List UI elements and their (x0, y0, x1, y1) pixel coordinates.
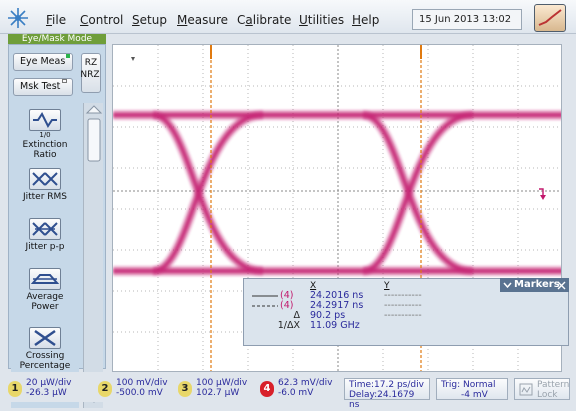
extinction-ratio-icon (29, 109, 61, 131)
timebase-scale: Time:17.2 ps/div (349, 380, 424, 390)
rz-label: RZ (84, 58, 98, 68)
menu-calibrate[interactable]: Calibrate (237, 13, 291, 27)
average-power-icon (29, 268, 61, 290)
channel-4-setting[interactable]: 4 62.3 mV/div -6.0 mV (260, 378, 340, 400)
channel-3-offset: 102.7 µW (196, 388, 240, 398)
agilent-logo-icon (8, 8, 28, 28)
channel-2-setting[interactable]: 2 100 mV/div -500.0 mV (98, 378, 178, 400)
menu-control-rest: ontrol (88, 13, 124, 27)
channel-3-scale: 100 µW/div (196, 378, 248, 388)
menu-bar: File Control Setup Measure Calibrate Uti… (0, 0, 576, 34)
scope-trace-icon (538, 9, 562, 26)
marker2-line-icon (252, 305, 278, 307)
crossing-percentage-button[interactable]: Crossing Percentage (13, 327, 77, 371)
channel-4-scale: 62.3 mV/div (278, 378, 333, 388)
trigger-level: -4 mV (461, 390, 488, 400)
measurement-toolbar: 1/0 Extinction Ratio Jitter RMS Jitter p… (11, 103, 79, 408)
left-panel: Eye Meas Msk Test RZ NRZ 1/0 Extinction … (8, 44, 106, 408)
lock-label: Lock (537, 390, 558, 400)
crossing-percentage-icon (29, 327, 61, 349)
scrollbar-graphic (85, 105, 103, 403)
menu-utilities-rest: tilities (307, 13, 345, 27)
jitter-pp-button[interactable]: Jitter p-p (13, 218, 77, 252)
pattern-lock-button[interactable]: Pattern Lock (514, 378, 570, 400)
scope-mode-icon[interactable] (534, 4, 566, 32)
menu-control[interactable]: Control (80, 13, 123, 27)
menu-help[interactable]: Help (352, 13, 379, 27)
menu-calibrate-rest: librate (252, 13, 292, 27)
msk-test-indicator-icon (62, 79, 68, 83)
msk-test-label: Msk Test (20, 81, 61, 92)
channel-3-badge: 3 (178, 381, 192, 397)
jitter-pp-icon (29, 218, 61, 240)
close-icon[interactable] (557, 281, 566, 290)
jitter-rms-icon (29, 168, 61, 190)
mode-title: Eye/Mask Mode (8, 34, 106, 44)
markers-title: Markers (514, 279, 560, 290)
status-bar: 1 20 µW/div -26.3 µW 2 100 mV/div -500.0… (0, 372, 576, 410)
channel-2-badge: 2 (98, 381, 112, 397)
inverse-delta-label: 1/ΔX (277, 320, 300, 331)
channel-1-badge: 1 (8, 381, 22, 397)
eye-meas-label: Eye Meas (20, 56, 66, 67)
markers-title-bar[interactable]: Markers (500, 278, 569, 292)
trigger-setting[interactable]: Trig: Normal -4 mV (436, 378, 508, 400)
menu-utilities-key: U (299, 13, 308, 27)
jitter-rms-button[interactable]: Jitter RMS (13, 168, 77, 202)
jitter-rms-label: Jitter RMS (22, 192, 68, 202)
timebase-delay: Delay:24.1679 ns (349, 390, 415, 410)
msk-test-button[interactable]: Msk Test (13, 78, 73, 96)
average-power-button[interactable]: Average Power (13, 268, 77, 312)
channel-4-badge: 4 (260, 381, 274, 397)
crossing-percentage-label: Crossing Percentage (19, 351, 71, 371)
menu-setup-key: S (132, 13, 140, 27)
pattern-lock-icon (519, 383, 533, 396)
menu-setup[interactable]: Setup (132, 13, 167, 27)
menu-file-rest: ile (52, 13, 67, 27)
delta-y: ----------- (384, 310, 422, 321)
marker2-label: (4) (280, 300, 294, 311)
menu-measure[interactable]: Measure (177, 13, 228, 27)
channel-2-offset: -500.0 mV (116, 388, 163, 398)
eye-meas-indicator-icon (66, 54, 71, 58)
collapse-chevron-icon (503, 282, 512, 289)
date-time-display: 15 Jun 2013 13:02 (412, 9, 522, 30)
trigger-mode: Trig: Normal (441, 380, 496, 390)
nrz-label: NRZ (80, 70, 100, 80)
menu-measure-key: M (177, 13, 188, 27)
menu-measure-rest: easure (187, 13, 229, 27)
channel-1-scale: 20 µW/div (26, 378, 72, 388)
menu-help-rest: elp (361, 13, 380, 27)
menu-setup-rest: etup (139, 13, 167, 27)
timebase-setting[interactable]: Time:17.2 ps/div Delay:24.1679 ns (344, 378, 430, 410)
toolbar-scrollbar[interactable] (83, 103, 103, 408)
rz-nrz-toggle[interactable]: RZ NRZ (80, 53, 101, 93)
menu-utilities[interactable]: Utilities (299, 13, 344, 27)
menu-file[interactable]: File (46, 13, 66, 27)
menu-help-key: H (352, 13, 362, 27)
channel-3-setting[interactable]: 3 100 µW/div 102.7 µW (178, 378, 258, 400)
menu-calibrate-key: a (245, 13, 253, 27)
eye-meas-button[interactable]: Eye Meas (13, 53, 73, 71)
jitter-pp-label: Jitter p-p (25, 242, 65, 252)
pattern-label: Pattern (537, 380, 570, 390)
extinction-ratio-button[interactable]: 1/0 Extinction Ratio (13, 109, 77, 160)
channel-4-offset: -6.0 mV (278, 388, 314, 398)
channel-1-setting[interactable]: 1 20 µW/div -26.3 µW (8, 378, 90, 400)
average-power-label: Average Power (26, 292, 64, 312)
trigger-marker-icon (539, 188, 546, 200)
marker1-line-icon (252, 295, 278, 297)
channel-1-offset: -26.3 µW (26, 388, 67, 398)
inverse-delta-x: 11.09 GHz (310, 320, 360, 331)
extinction-ratio-label: Extinction Ratio (22, 140, 68, 160)
channel-2-scale: 100 mV/div (116, 378, 168, 388)
